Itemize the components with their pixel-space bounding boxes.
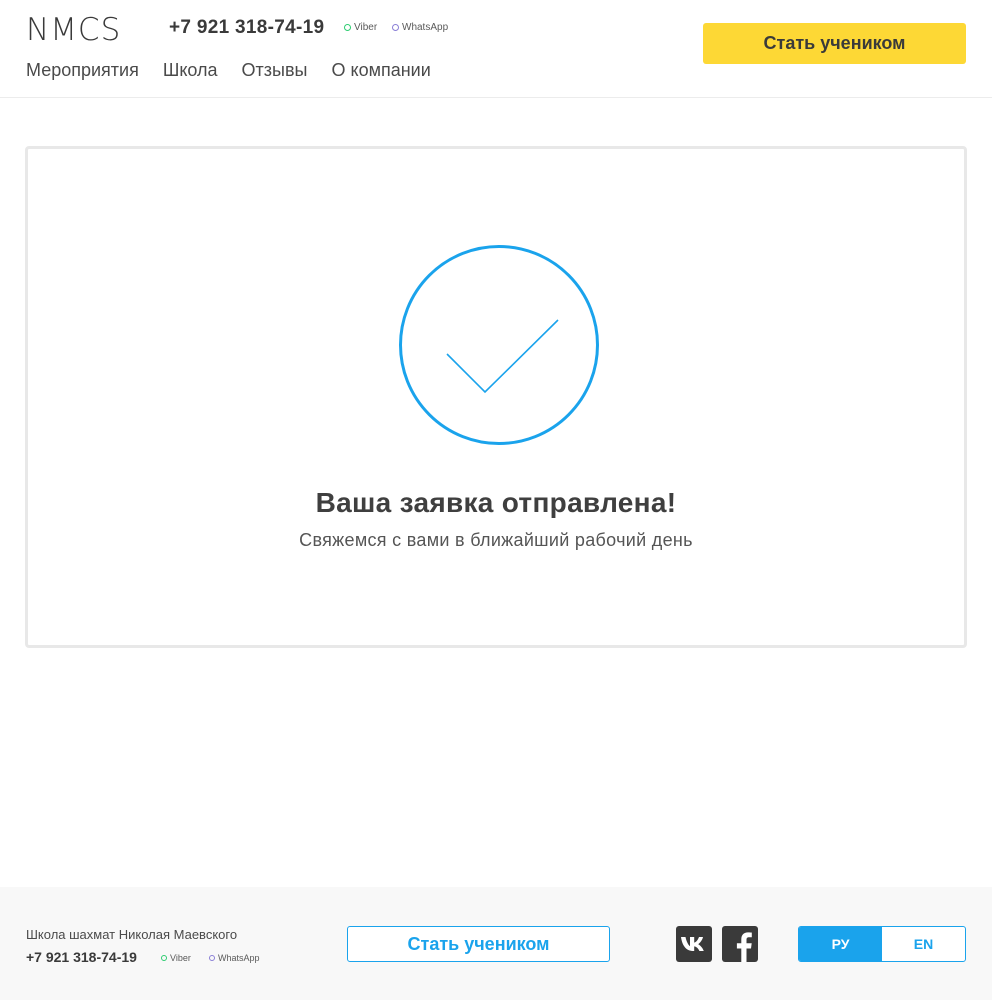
header-whatsapp-link[interactable]: WhatsApp (392, 22, 448, 33)
facebook-icon (736, 932, 752, 962)
header-viber-link[interactable]: Viber (344, 22, 377, 33)
site-header: NMCS +7 921 318-74-19 Viber WhatsApp Мер… (0, 0, 992, 98)
vk-link[interactable] (676, 926, 712, 962)
nav-item-school[interactable]: Школа (163, 60, 218, 81)
footer-viber-label: Viber (170, 953, 191, 963)
lang-en-button[interactable]: EN (882, 927, 965, 961)
viber-status-dot (161, 955, 167, 961)
nav-item-reviews[interactable]: Отзывы (242, 60, 308, 81)
language-switcher: РУ EN (798, 926, 966, 962)
main-nav: Мероприятия Школа Отзывы О компании (26, 60, 431, 81)
footer-whatsapp-link[interactable]: WhatsApp (209, 953, 260, 963)
success-card: Ваша заявка отправлена! Свяжемся с вами … (25, 146, 967, 648)
become-student-button[interactable]: Стать учеником (703, 23, 966, 64)
check-circle-icon (399, 245, 599, 445)
site-footer: Школа шахмат Николая Маевского +7 921 31… (0, 887, 992, 1000)
whatsapp-status-dot (392, 24, 399, 31)
footer-whatsapp-label: WhatsApp (218, 953, 260, 963)
footer-viber-link[interactable]: Viber (161, 953, 191, 963)
viber-label: Viber (354, 22, 378, 33)
nav-item-about[interactable]: О компании (331, 60, 430, 81)
facebook-link[interactable] (722, 926, 758, 962)
header-phone[interactable]: +7 921 318-74-19 (169, 17, 324, 39)
viber-status-dot (344, 24, 351, 31)
whatsapp-status-dot (209, 955, 215, 961)
whatsapp-label: WhatsApp (402, 22, 449, 33)
vk-icon (681, 937, 704, 951)
footer-phone[interactable]: +7 921 318-74-19 (26, 949, 137, 965)
logo[interactable]: NMCS (26, 12, 121, 48)
footer-become-student-button[interactable]: Стать учеником (347, 926, 610, 962)
success-title: Ваша заявка отправлена! (315, 487, 677, 518)
footer-school-name: Школа шахмат Николая Маевского (26, 927, 238, 942)
success-subtitle: Свяжемся с вами в ближайший рабочий день (299, 530, 693, 550)
nav-item-events[interactable]: Мероприятия (26, 60, 139, 81)
lang-ru-button[interactable]: РУ (799, 927, 882, 961)
